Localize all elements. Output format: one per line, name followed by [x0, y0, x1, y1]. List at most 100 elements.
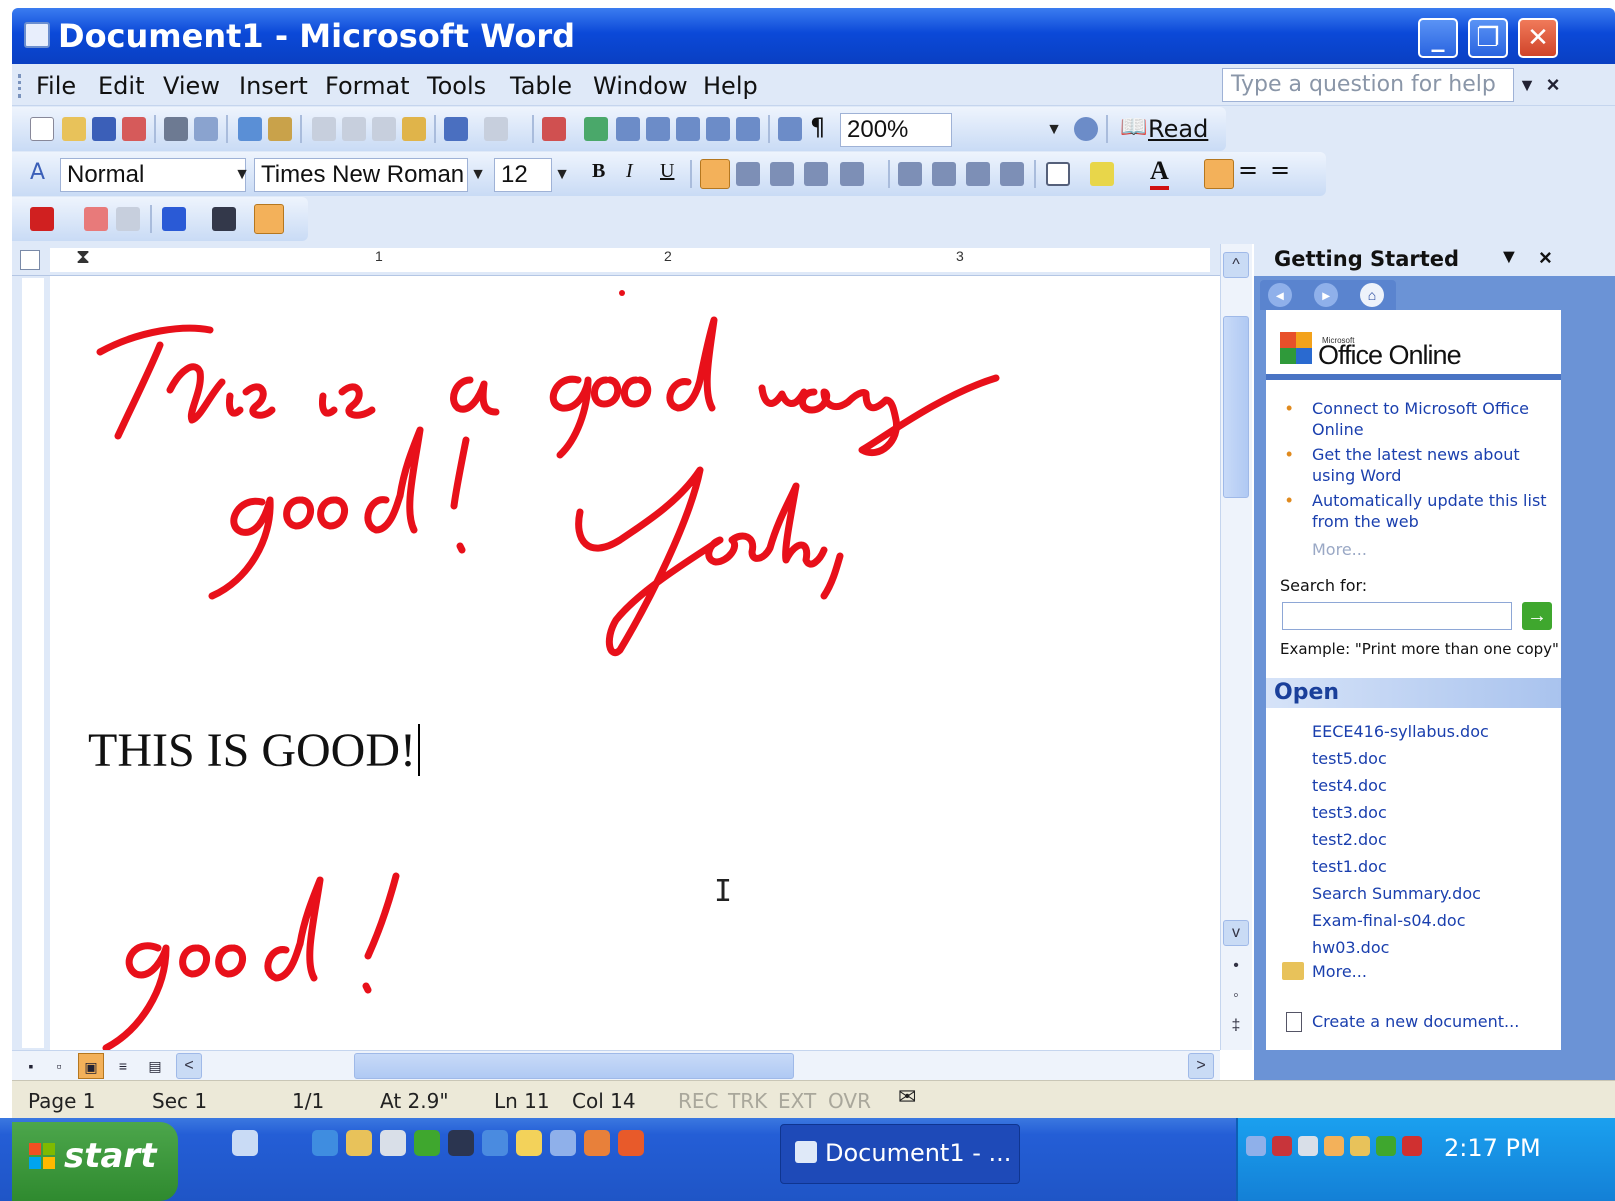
select-browse-object-icon[interactable]: ◦ [1223, 984, 1249, 1010]
task-pane-close-icon[interactable]: × [1539, 245, 1552, 271]
vertical-scroll-thumb[interactable] [1223, 316, 1249, 498]
vertical-scrollbar[interactable]: ^ v • ◦ ‡ [1220, 244, 1252, 1050]
tab-selector-icon[interactable] [20, 250, 40, 270]
spelling-status-icon[interactable]: ✉ [898, 1085, 916, 1110]
close-button[interactable]: ✕ [1518, 18, 1558, 58]
borders-icon[interactable] [1046, 162, 1070, 186]
recent-file-item[interactable]: test1.doc [1312, 857, 1387, 876]
explorer-icon[interactable] [346, 1130, 372, 1156]
ink-line-style-icon[interactable] [1204, 159, 1234, 189]
normal-view-icon[interactable]: ▪ [18, 1053, 44, 1079]
tables-borders-icon[interactable] [616, 117, 640, 141]
link-connect-office-online[interactable]: Connect to Microsoft Office Online [1312, 398, 1554, 440]
help-question-input[interactable]: Type a question for help [1222, 68, 1514, 102]
quick-launch-icon-9[interactable] [584, 1130, 610, 1156]
tray-icon-5[interactable] [1376, 1136, 1396, 1156]
recent-file-item[interactable]: EECE416-syllabus.doc [1312, 722, 1489, 741]
scroll-left-icon[interactable]: < [176, 1053, 202, 1079]
start-button[interactable]: start [12, 1122, 178, 1201]
excel-icon[interactable] [414, 1130, 440, 1156]
reading-layout-view-icon[interactable]: ▤ [142, 1053, 168, 1079]
document-page[interactable] [50, 276, 1218, 1050]
select-objects-icon[interactable] [116, 207, 140, 231]
zoom-dropdown-icon[interactable]: ▼ [1044, 113, 1064, 147]
font-size-combo[interactable]: 12 [494, 158, 552, 192]
font-color-icon[interactable]: A [1150, 156, 1169, 190]
eraser-icon[interactable] [84, 207, 108, 231]
forward-icon[interactable]: ▸ [1314, 283, 1338, 307]
pen-icon[interactable] [30, 207, 54, 231]
menu-help[interactable]: Help [703, 72, 758, 100]
outline-view-icon[interactable]: ≡ [110, 1053, 136, 1079]
document-map-icon[interactable] [778, 117, 802, 141]
line-spacing-icon[interactable] [840, 162, 864, 186]
align-right-icon[interactable] [770, 162, 794, 186]
search-input[interactable] [1282, 602, 1512, 630]
status-trk[interactable]: TRK [728, 1089, 767, 1113]
next-page-icon[interactable]: ‡ [1223, 1014, 1249, 1040]
menu-window[interactable]: Window [593, 72, 688, 100]
link-latest-news[interactable]: Get the latest news about using Word [1312, 444, 1554, 486]
cut-icon[interactable] [312, 117, 336, 141]
read-button[interactable]: Read [1148, 115, 1208, 143]
ink-weight-icon[interactable] [212, 207, 236, 231]
menu-edit[interactable]: Edit [98, 72, 144, 100]
tablet-input-icon[interactable] [232, 1130, 258, 1156]
format-painter-icon[interactable] [402, 117, 426, 141]
document-body-text[interactable]: THIS IS GOOD! [88, 723, 420, 778]
more-online-link[interactable]: More... [1312, 540, 1367, 559]
ink-line-thin-icon[interactable]: = [1238, 156, 1258, 184]
create-new-document-link[interactable]: Create a new document... [1312, 1012, 1519, 1031]
menu-format[interactable]: Format [325, 72, 410, 100]
document-close-icon[interactable]: × [1543, 68, 1563, 102]
quick-launch-icon-8[interactable] [550, 1130, 576, 1156]
recent-file-item[interactable]: test3.doc [1312, 803, 1387, 822]
hyperlink-icon[interactable] [584, 117, 608, 141]
drawing-icon[interactable] [736, 117, 760, 141]
open-folder-icon[interactable] [62, 117, 86, 141]
print-preview-icon[interactable] [194, 117, 218, 141]
paste-icon[interactable] [372, 117, 396, 141]
tray-icon-4[interactable] [1350, 1136, 1370, 1156]
recent-file-item[interactable]: hw03.doc [1312, 938, 1389, 957]
align-center-icon[interactable] [736, 162, 760, 186]
status-rec[interactable]: REC [678, 1089, 719, 1113]
font-size-dropdown-icon[interactable]: ▼ [552, 158, 572, 192]
help-dropdown-icon[interactable]: ▼ [1516, 68, 1538, 102]
status-ovr[interactable]: OVR [828, 1089, 871, 1113]
status-ext[interactable]: EXT [778, 1089, 816, 1113]
increase-indent-icon[interactable] [1000, 162, 1024, 186]
insert-excel-icon[interactable] [676, 117, 700, 141]
horizontal-scrollbar[interactable]: ▪ ▫ ▣ ≡ ▤ < > [12, 1050, 1220, 1080]
decrease-indent-icon[interactable] [966, 162, 990, 186]
tray-icon-1[interactable] [1272, 1136, 1292, 1156]
word-app-icon[interactable] [24, 22, 50, 48]
horizontal-ruler[interactable]: 1 2 3 ⧗ [12, 244, 1220, 276]
quick-launch-icon-5[interactable] [448, 1130, 474, 1156]
vertical-ruler[interactable] [12, 276, 50, 1050]
highlight-icon[interactable] [1090, 162, 1114, 186]
underline-button[interactable]: U [660, 160, 674, 183]
web-layout-view-icon[interactable]: ▫ [46, 1053, 72, 1079]
font-combo[interactable]: Times New Roman [254, 158, 468, 192]
save-icon[interactable] [92, 117, 116, 141]
align-left-icon[interactable] [700, 159, 730, 189]
show-hide-pilcrow-icon[interactable]: ¶ [810, 113, 825, 141]
print-layout-view-icon[interactable]: ▣ [78, 1053, 104, 1079]
scroll-right-icon[interactable]: > [1188, 1053, 1214, 1079]
minimize-button[interactable]: _ [1418, 18, 1458, 58]
scroll-up-icon[interactable]: ^ [1223, 252, 1249, 278]
recent-file-item[interactable]: test5.doc [1312, 749, 1387, 768]
previous-page-icon[interactable]: • [1223, 954, 1249, 980]
task-pane-menu-icon[interactable]: ▼ [1499, 246, 1519, 269]
tray-icon-2[interactable] [1298, 1136, 1318, 1156]
indent-marker-icon[interactable]: ⧗ [76, 246, 90, 269]
stop-inking-icon[interactable] [254, 204, 284, 234]
firefox-icon[interactable] [618, 1130, 644, 1156]
undo-icon[interactable] [444, 117, 468, 141]
taskbar-word-document-button[interactable]: Document1 - ... [780, 1124, 1020, 1184]
columns-icon[interactable] [706, 117, 730, 141]
tray-expand-icon[interactable] [1246, 1136, 1266, 1156]
ink-color-icon[interactable] [162, 207, 186, 231]
menu-insert[interactable]: Insert [239, 72, 308, 100]
